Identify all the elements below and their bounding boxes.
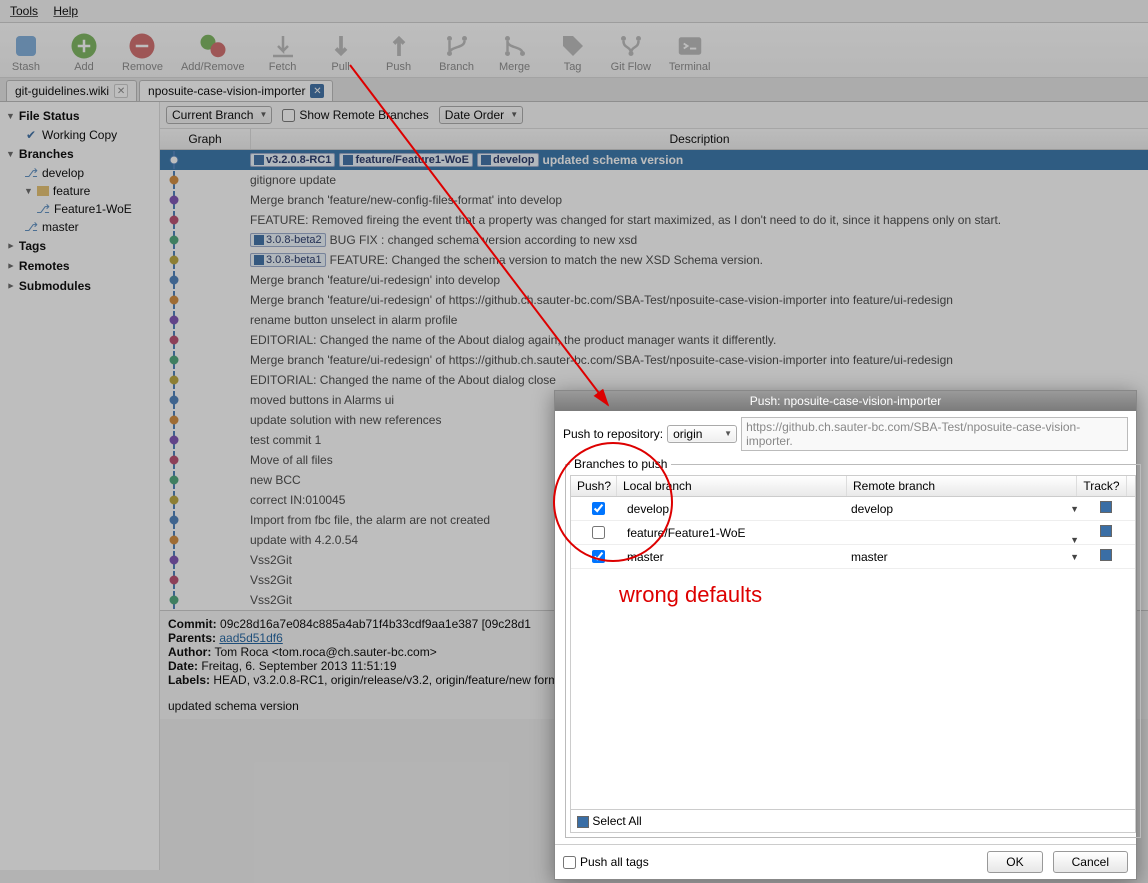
remote-url: https://github.ch.sauter-bc.com/SBA-Test… bbox=[741, 417, 1128, 451]
dialog-title: Push: nposuite-case-vision-importer bbox=[555, 391, 1136, 411]
check-icon: ✔ bbox=[24, 128, 38, 142]
ok-button[interactable]: OK bbox=[987, 851, 1042, 873]
push-checkbox[interactable] bbox=[592, 550, 605, 563]
branch-feature-folder[interactable]: ▼feature bbox=[0, 182, 159, 200]
remove-button[interactable]: Remove bbox=[122, 31, 163, 73]
ref-tag[interactable]: 3.0.8-beta2 bbox=[250, 233, 326, 247]
commit-row[interactable]: v3.2.0.8-RC1feature/Feature1-WoEdevelopu… bbox=[160, 150, 1148, 170]
ref-tag[interactable]: v3.2.0.8-RC1 bbox=[250, 153, 335, 167]
filter-bar: Current Branch Show Remote Branches Date… bbox=[160, 102, 1148, 129]
push-dialog: Push: nposuite-case-vision-importer Push… bbox=[554, 390, 1137, 880]
branch-button[interactable]: Branch bbox=[437, 31, 477, 73]
remote-dropdown[interactable]: origin bbox=[667, 425, 737, 443]
fetch-button[interactable]: Fetch bbox=[263, 31, 303, 73]
commit-row[interactable]: Merge branch 'feature/ui-redesign' of ht… bbox=[160, 290, 1148, 310]
commit-row[interactable]: Merge branch 'feature/new-config-files-f… bbox=[160, 190, 1148, 210]
commit-row[interactable]: 3.0.8-beta2BUG FIX : changed schema vers… bbox=[160, 230, 1148, 250]
track-checkbox[interactable] bbox=[1100, 525, 1112, 537]
gitflow-button[interactable]: Git Flow bbox=[611, 31, 651, 73]
ref-tag[interactable]: 3.0.8-beta1 bbox=[250, 253, 326, 267]
close-icon[interactable]: ✕ bbox=[114, 84, 128, 98]
col-graph: Graph bbox=[160, 129, 250, 149]
branch-feature1-woe[interactable]: ⎇Feature1-WoE bbox=[0, 200, 159, 218]
branch-filter-dropdown[interactable]: Current Branch bbox=[166, 106, 272, 124]
branch-row: developdevelop▼ bbox=[571, 497, 1135, 521]
ref-tag[interactable]: feature/Feature1-WoE bbox=[339, 153, 473, 167]
add-button[interactable]: Add bbox=[64, 31, 104, 73]
cancel-button[interactable]: Cancel bbox=[1053, 851, 1128, 873]
branches-header[interactable]: ▼Branches bbox=[0, 144, 159, 164]
tag-button[interactable]: Tag bbox=[553, 31, 593, 73]
parent-link[interactable]: aad5d51df6 bbox=[219, 631, 282, 645]
branch-icon: ⎇ bbox=[24, 220, 38, 234]
folder-icon bbox=[37, 186, 49, 196]
commit-columns: Graph Description bbox=[160, 129, 1148, 150]
pull-button[interactable]: Pull bbox=[321, 31, 361, 73]
branches-to-push: Branches to push Push? Local branch Remo… bbox=[565, 457, 1141, 838]
branch-develop[interactable]: ⎇develop bbox=[0, 164, 159, 182]
toolbar: Stash Add Remove Add/Remove Fetch Pull P… bbox=[0, 23, 1148, 78]
local-branch-cell: develop bbox=[621, 502, 851, 516]
ref-tag[interactable]: develop bbox=[477, 153, 539, 167]
commit-row[interactable]: Merge branch 'feature/ui-redesign' into … bbox=[160, 270, 1148, 290]
push-checkbox[interactable] bbox=[592, 526, 605, 539]
merge-button[interactable]: Merge bbox=[495, 31, 535, 73]
close-icon[interactable]: ✕ bbox=[310, 84, 324, 98]
remote-branch-dropdown[interactable]: master▼ bbox=[851, 550, 1081, 564]
tabbar: git-guidelines.wiki✕ nposuite-case-visio… bbox=[0, 78, 1148, 102]
branch-icon: ⎇ bbox=[36, 202, 50, 216]
branch-row: mastermaster▼ bbox=[571, 545, 1135, 569]
remotes-header[interactable]: ▼Remotes bbox=[0, 256, 159, 276]
commit-row[interactable]: 3.0.8-beta1FEATURE: Changed the schema v… bbox=[160, 250, 1148, 270]
submodules-header[interactable]: ▼Submodules bbox=[0, 276, 159, 296]
working-copy-item[interactable]: ✔Working Copy bbox=[0, 126, 159, 144]
addremove-button[interactable]: Add/Remove bbox=[181, 31, 245, 73]
stash-button[interactable]: Stash bbox=[6, 31, 46, 73]
track-checkbox[interactable] bbox=[1100, 549, 1112, 561]
commit-row[interactable]: rename button unselect in alarm profile bbox=[160, 310, 1148, 330]
show-remote-checkbox[interactable]: Show Remote Branches bbox=[282, 108, 428, 122]
sidebar: ▼File Status ✔Working Copy ▼Branches ⎇de… bbox=[0, 102, 160, 870]
col-description: Description bbox=[250, 129, 1148, 149]
menu-tools[interactable]: Tools bbox=[4, 2, 44, 20]
push-button[interactable]: Push bbox=[379, 31, 419, 73]
tab-gitguidelines[interactable]: git-guidelines.wiki✕ bbox=[6, 80, 137, 101]
local-branch-cell: master bbox=[621, 550, 851, 564]
remote-branch-dropdown[interactable]: develop▼ bbox=[851, 502, 1081, 516]
commit-row[interactable]: EDITORIAL: Changed the name of the About… bbox=[160, 370, 1148, 390]
push-all-tags-checkbox[interactable]: Push all tags bbox=[563, 855, 649, 869]
commit-row[interactable]: EDITORIAL: Changed the name of the About… bbox=[160, 330, 1148, 350]
branch-master[interactable]: ⎇master bbox=[0, 218, 159, 236]
dialog-footer: Push all tags OK Cancel bbox=[555, 844, 1136, 879]
push-checkbox[interactable] bbox=[592, 502, 605, 515]
menubar: Tools Help bbox=[0, 0, 1148, 23]
branch-table-body: developdevelop▼feature/Feature1-WoE▼mast… bbox=[571, 497, 1135, 569]
terminal-button[interactable]: Terminal bbox=[669, 31, 711, 73]
local-branch-cell: feature/Feature1-WoE bbox=[621, 526, 851, 540]
branch-row: feature/Feature1-WoE▼ bbox=[571, 521, 1135, 545]
tab-nposuite[interactable]: nposuite-case-vision-importer✕ bbox=[139, 80, 333, 101]
track-checkbox[interactable] bbox=[1100, 501, 1112, 513]
file-status-header[interactable]: ▼File Status bbox=[0, 106, 159, 126]
push-to-label: Push to repository: bbox=[563, 427, 663, 441]
branch-icon: ⎇ bbox=[24, 166, 38, 180]
commit-row[interactable]: gitignore update bbox=[160, 170, 1148, 190]
menu-help[interactable]: Help bbox=[47, 2, 84, 20]
tags-header[interactable]: ▼Tags bbox=[0, 236, 159, 256]
sort-dropdown[interactable]: Date Order bbox=[439, 106, 523, 124]
branch-table-header: Push? Local branch Remote branch Track? bbox=[571, 476, 1135, 497]
commit-row[interactable]: Merge branch 'feature/ui-redesign' of ht… bbox=[160, 350, 1148, 370]
commit-row[interactable]: FEATURE: Removed fireing the event that … bbox=[160, 210, 1148, 230]
select-all-row[interactable]: Select All bbox=[571, 809, 1135, 832]
